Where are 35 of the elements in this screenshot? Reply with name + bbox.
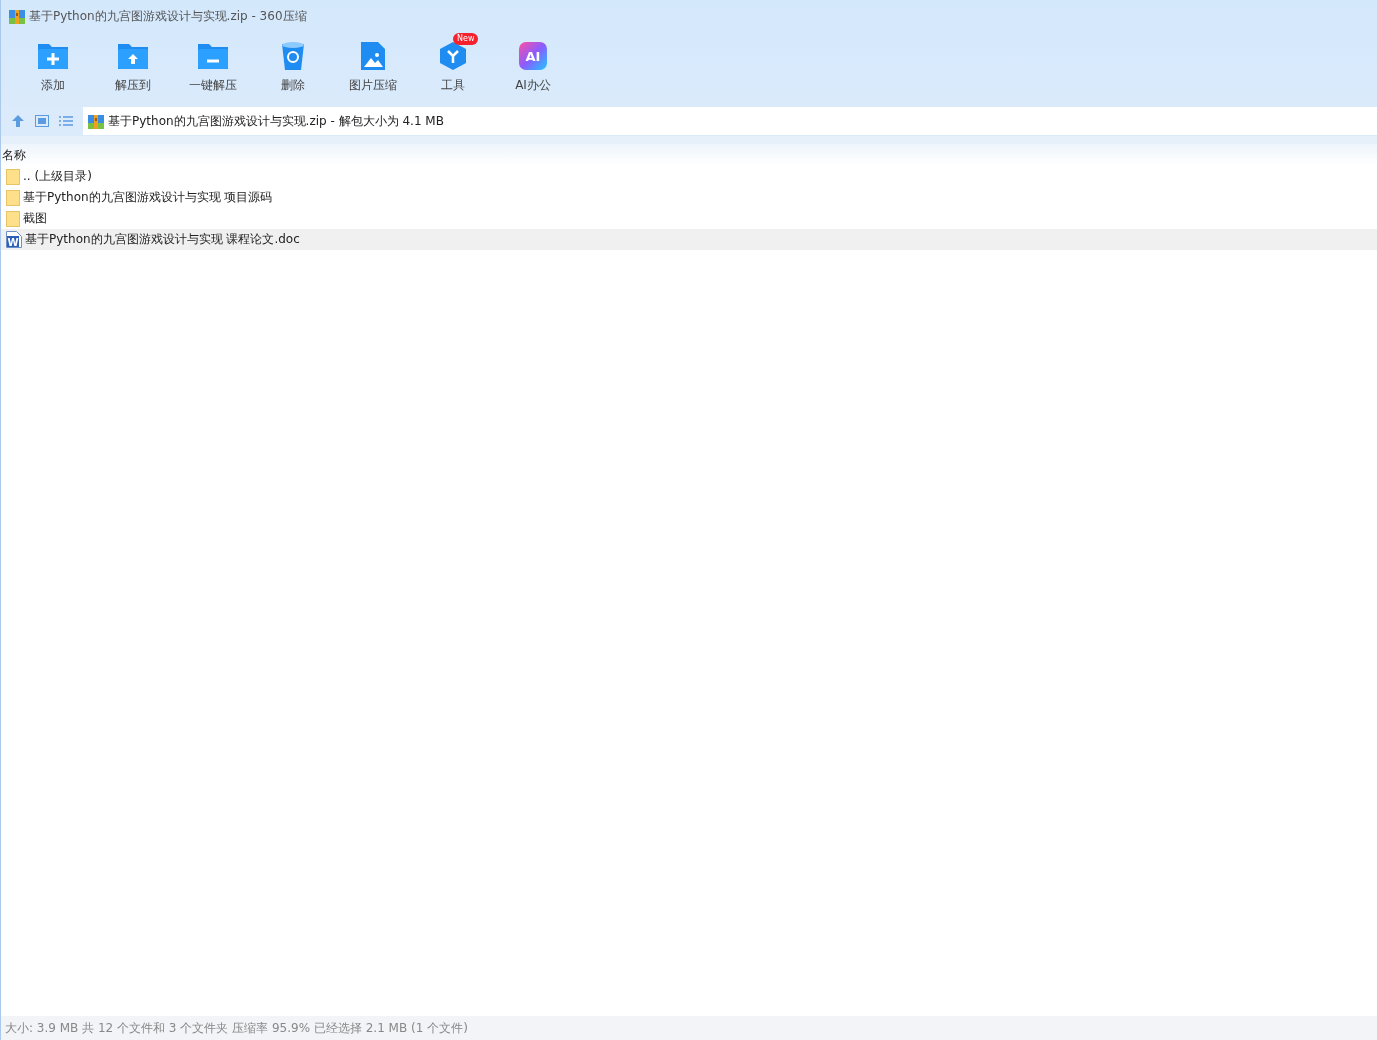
toolbar-button[interactable]: 图片压缩 bbox=[333, 32, 413, 106]
folder-icon bbox=[6, 189, 20, 206]
file-row[interactable]: W 基于Python的九宫图游戏设计与实现 课程论文.doc bbox=[1, 229, 1377, 250]
file-name: 基于Python的九宫图游戏设计与实现 课程论文.doc bbox=[25, 231, 300, 248]
toolbar-button[interactable]: 删除 bbox=[253, 32, 333, 106]
status-text: 大小: 3.9 MB 共 12 个文件和 3 个文件夹 压缩率 95.9% 已经选择 2.1 MB (1 个文件) bbox=[5, 1019, 468, 1037]
file-name: .. (上级目录) bbox=[23, 168, 92, 185]
toolbar-button[interactable]: 添加 bbox=[13, 32, 93, 106]
file-name: 基于Python的九宫图游戏设计与实现 项目源码 bbox=[23, 189, 273, 206]
folder-upload-icon bbox=[117, 42, 149, 70]
folder-minus-icon bbox=[197, 42, 229, 70]
toolbar-button[interactable]: AI AI办公 bbox=[493, 32, 573, 106]
toolbar-button[interactable]: 一键解压 bbox=[173, 32, 253, 106]
list-view-icon[interactable] bbox=[59, 115, 73, 127]
address-bar[interactable]: 基于Python的九宫图游戏设计与实现.zip - 解包大小为 4.1 MB bbox=[83, 107, 1377, 135]
file-name: 截图 bbox=[23, 210, 47, 227]
window-title: 基于Python的九宫图游戏设计与实现.zip - 360压缩 bbox=[29, 7, 307, 25]
new-badge: New bbox=[453, 33, 479, 45]
folder-icon bbox=[6, 210, 20, 227]
toolbar-button[interactable]: New 工具 bbox=[413, 32, 493, 106]
hexagon-icon bbox=[438, 41, 468, 71]
file-row[interactable]: 截图 bbox=[1, 208, 1377, 229]
thumbnail-view-icon[interactable] bbox=[35, 115, 49, 127]
ai-logo-icon: AI bbox=[519, 42, 547, 70]
archive-icon bbox=[9, 8, 25, 24]
archive-icon bbox=[88, 113, 104, 129]
folder-icon bbox=[6, 168, 20, 185]
recycle-bin-icon bbox=[280, 41, 306, 71]
word-document-icon: W bbox=[6, 231, 22, 248]
folder-plus-icon bbox=[37, 42, 69, 70]
file-row[interactable]: 基于Python的九宫图游戏设计与实现 项目源码 bbox=[1, 187, 1377, 208]
up-arrow-icon[interactable] bbox=[11, 114, 25, 128]
toolbar-button[interactable]: 解压到 bbox=[93, 32, 173, 106]
file-row[interactable]: .. (上级目录) bbox=[1, 166, 1377, 187]
image-file-icon bbox=[360, 41, 386, 71]
